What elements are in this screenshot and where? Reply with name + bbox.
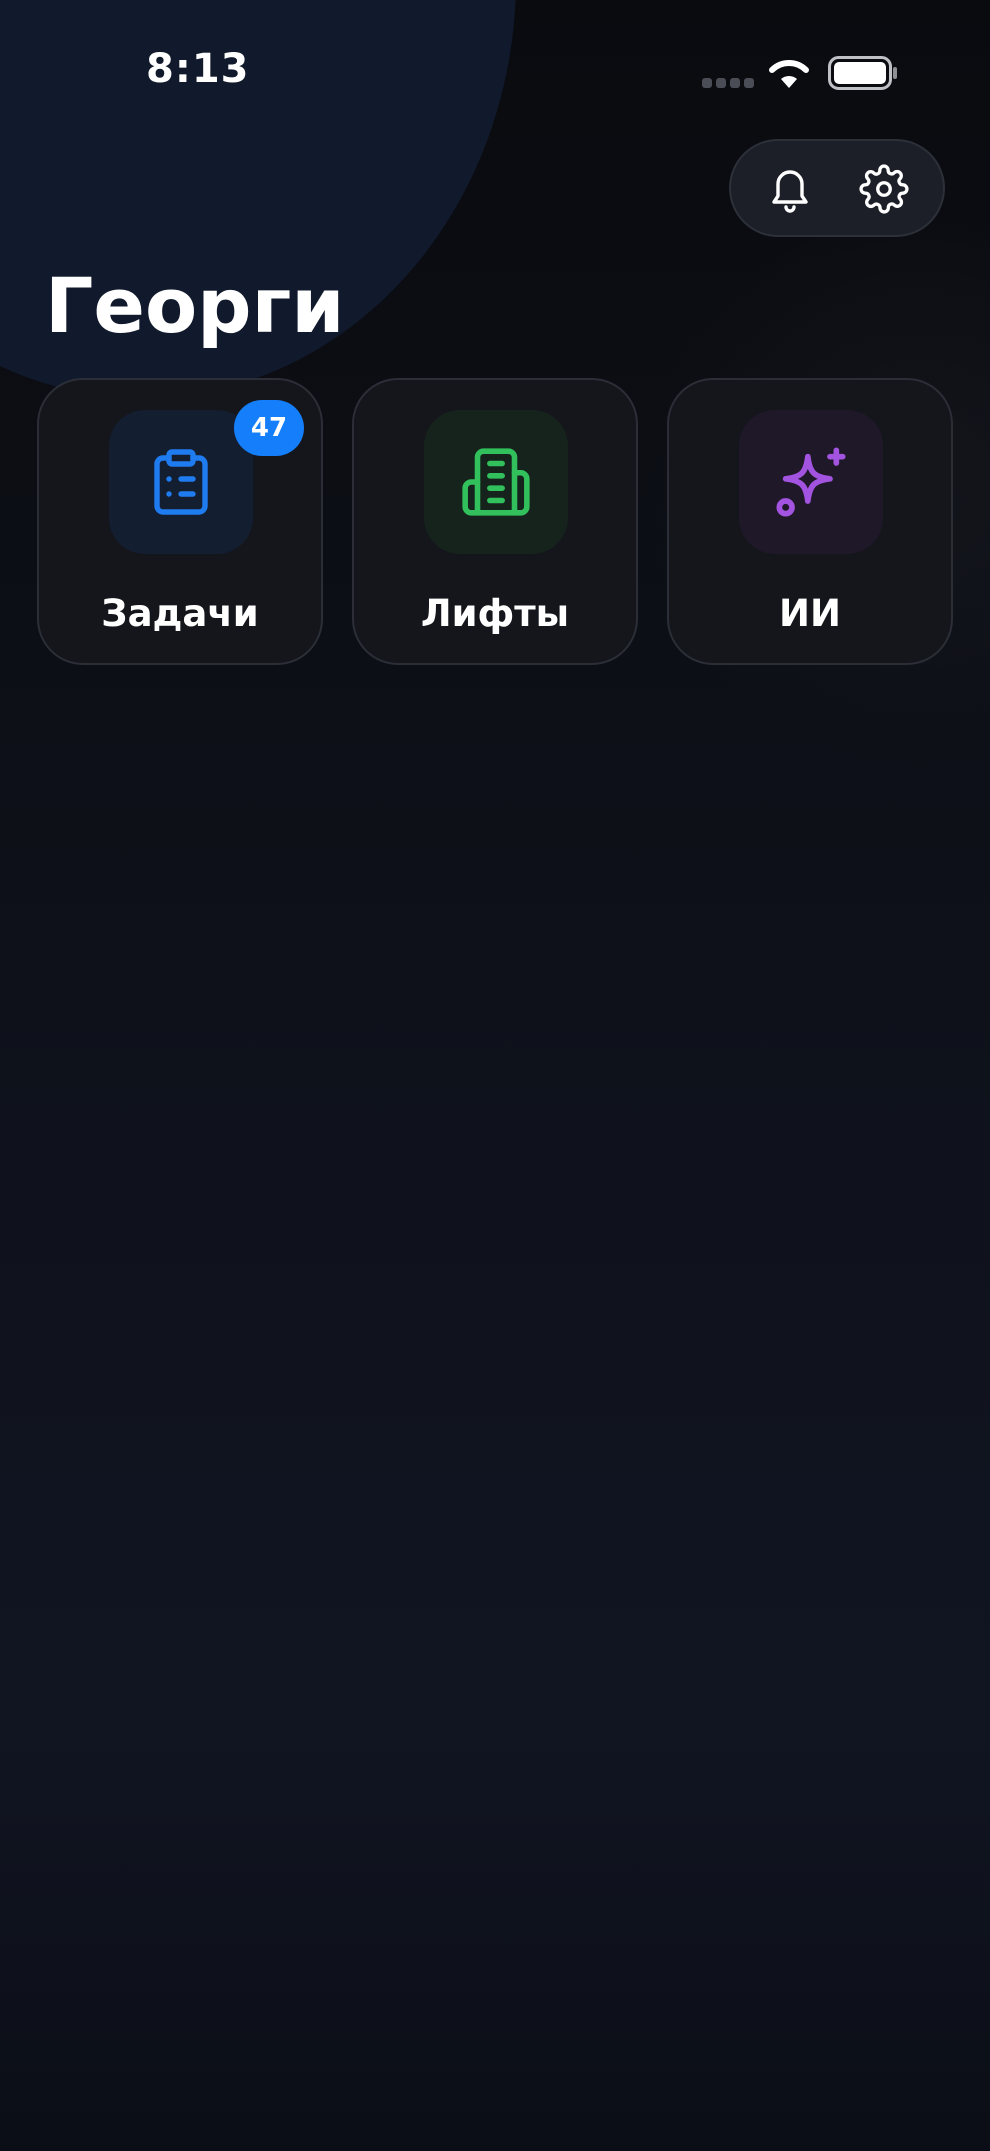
- home-screen: 8:13 Георги 47 Задачи Лифты ИИ: [0, 0, 990, 2151]
- cellular-signal-icon: [702, 78, 756, 88]
- battery-icon: [828, 56, 897, 90]
- settings-button[interactable]: [855, 160, 913, 218]
- clipboard-list-icon: [154, 449, 208, 515]
- building-icon: [462, 448, 530, 516]
- tile-ai[interactable]: ИИ: [667, 378, 953, 665]
- elevators-icon-box: [424, 410, 568, 554]
- sparkles-icon: [776, 447, 846, 517]
- tile-elevators[interactable]: Лифты: [352, 378, 638, 665]
- tile-tasks[interactable]: 47 Задачи: [37, 378, 323, 665]
- ai-icon-box: [739, 410, 883, 554]
- tasks-icon-box: [109, 410, 253, 554]
- notifications-button[interactable]: [761, 160, 819, 218]
- tile-label: Задачи: [101, 592, 259, 635]
- header-actions: [729, 139, 945, 237]
- status-time: 8:13: [146, 46, 250, 92]
- tasks-count-badge: 47: [234, 400, 304, 456]
- tile-label: Лифты: [420, 592, 570, 635]
- gear-icon: [859, 164, 909, 214]
- bell-icon: [772, 170, 808, 213]
- app-tiles: 47 Задачи Лифты ИИ: [37, 378, 953, 666]
- status-bar: 8:13: [0, 0, 990, 144]
- tile-label: ИИ: [779, 592, 841, 635]
- page-title: Георги: [45, 261, 345, 350]
- wifi-icon: [769, 59, 809, 88]
